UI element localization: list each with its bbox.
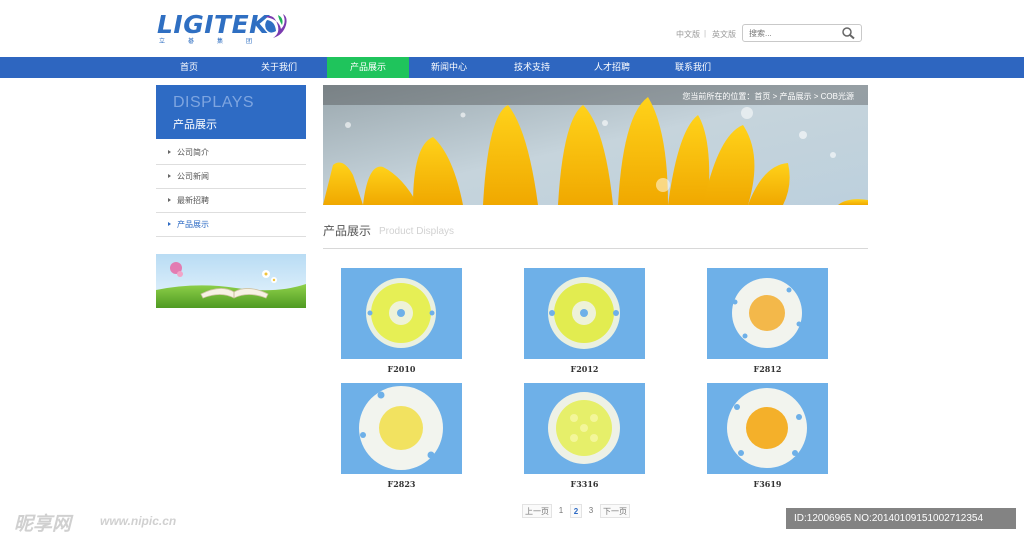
product-card[interactable]: F2823	[341, 383, 462, 489]
header: LIGITEK 立碁集团 中文版 | 英文版	[0, 0, 1024, 57]
search-input[interactable]	[749, 27, 837, 39]
nav-contact[interactable]: 联系我们	[652, 57, 734, 78]
sidebar-item-recruiting[interactable]: 最新招聘	[156, 189, 306, 213]
page-2-current[interactable]: 2	[570, 504, 582, 518]
logo-subtitle: 立碁集团	[159, 39, 276, 45]
lang-chinese-link[interactable]: 中文版	[676, 29, 700, 40]
product-image[interactable]	[341, 383, 462, 474]
product-image[interactable]	[524, 268, 645, 359]
product-name[interactable]: F2010	[341, 364, 462, 374]
product-name[interactable]: F2012	[524, 364, 645, 374]
product-image[interactable]	[524, 383, 645, 474]
product-name[interactable]: F3316	[524, 479, 645, 489]
main-nav: 首页 关于我们 产品展示 新闻中心 技术支持 人才招聘 联系我们	[0, 57, 1024, 78]
sidebar-title-cn: 产品展示	[173, 119, 217, 131]
product-name[interactable]: F2812	[707, 364, 828, 374]
sidebar-title-en: DISPLAYS	[173, 94, 255, 111]
logo[interactable]: LIGITEK 立碁集团	[157, 10, 292, 46]
sidebar-item-label: 产品展示	[177, 220, 209, 229]
section-title: 产品展示	[323, 224, 372, 238]
next-page-button[interactable]: 下一页	[600, 504, 630, 518]
nav-products[interactable]: 产品展示	[327, 57, 409, 78]
section-title-en: Product Displays	[379, 226, 455, 237]
arrow-right-icon	[168, 198, 171, 202]
product-card[interactable]: F3316	[524, 383, 645, 489]
lang-english-link[interactable]: 英文版	[712, 29, 736, 40]
nav-news[interactable]: 新闻中心	[408, 57, 490, 78]
sidebar-menu: 公司简介 公司新闻 最新招聘 产品展示	[156, 141, 306, 237]
product-image[interactable]	[707, 383, 828, 474]
watermark-id: ID:12006965 NO:20140109151002712354	[786, 508, 1016, 529]
sidebar-item-company-news[interactable]: 公司新闻	[156, 165, 306, 189]
nav-careers[interactable]: 人才招聘	[571, 57, 653, 78]
banner-image: 您当前所在的位置：首页 > 产品展示 > COB光源	[323, 85, 868, 205]
section-divider	[323, 248, 868, 249]
product-card[interactable]: F3619	[707, 383, 828, 489]
arrow-right-icon	[168, 222, 171, 226]
breadcrumb: 您当前所在的位置：首页 > 产品展示 > COB光源	[682, 92, 854, 101]
sidebar-item-label: 公司新闻	[177, 172, 209, 181]
sidebar-item-company-intro[interactable]: 公司简介	[156, 141, 306, 165]
product-card[interactable]: F2012	[524, 268, 645, 374]
arrow-right-icon	[168, 174, 171, 178]
logo-mark-icon	[265, 14, 287, 38]
prev-page-button[interactable]: 上一页	[522, 504, 552, 518]
product-card[interactable]: F2812	[707, 268, 828, 374]
sidebar-item-products[interactable]: 产品展示	[156, 213, 306, 237]
product-image[interactable]	[707, 268, 828, 359]
sidebar-book-photo	[156, 254, 306, 308]
product-name[interactable]: F2823	[341, 479, 462, 489]
search-icon[interactable]	[840, 26, 858, 40]
sidebar-header: DISPLAYS 产品展示	[156, 85, 306, 139]
product-card[interactable]: F2010	[341, 268, 462, 374]
page-3-link[interactable]: 3	[586, 504, 596, 518]
product-name[interactable]: F3619	[707, 479, 828, 489]
lang-separator: |	[704, 29, 707, 38]
watermark-logo: 昵享网	[14, 514, 72, 535]
product-image[interactable]	[341, 268, 462, 359]
watermark-url: www.nipic.cn	[100, 514, 177, 528]
nav-home[interactable]: 首页	[148, 57, 230, 78]
sidebar-item-label: 公司简介	[177, 148, 209, 157]
nav-support[interactable]: 技术支持	[491, 57, 573, 78]
page-1-link[interactable]: 1	[556, 504, 566, 518]
arrow-right-icon	[168, 150, 171, 154]
logo-text: LIGITEK	[157, 10, 270, 39]
search-box	[742, 24, 862, 42]
sidebar-item-label: 最新招聘	[177, 196, 209, 205]
nav-about[interactable]: 关于我们	[238, 57, 320, 78]
